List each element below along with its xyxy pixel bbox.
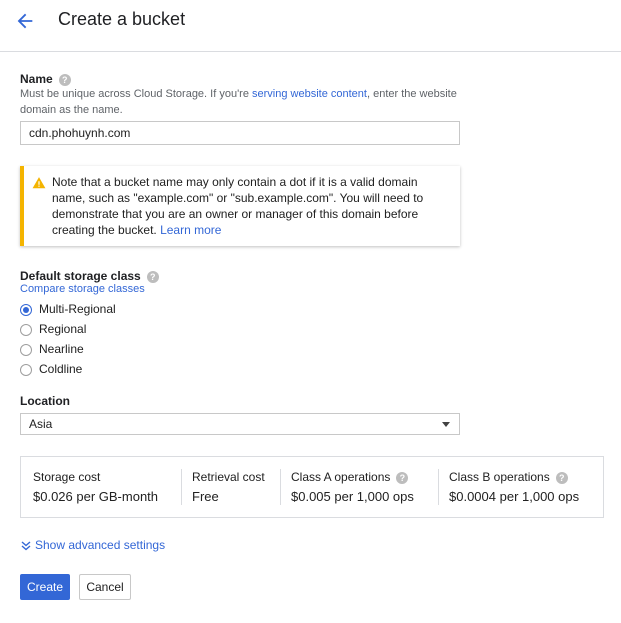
name-hint: Must be unique across Cloud Storage. If …: [20, 88, 457, 116]
name-label-row: Name?: [20, 72, 71, 86]
name-label: Name: [20, 72, 53, 86]
location-value: Asia: [29, 417, 53, 431]
page-title: Create a bucket: [58, 9, 186, 29]
arrow-left-icon[interactable]: [14, 10, 36, 32]
divider: [280, 469, 281, 505]
chevron-down-icon: [442, 422, 450, 427]
help-icon[interactable]: ?: [58, 73, 71, 86]
radio-button[interactable]: [20, 363, 32, 376]
cancel-button[interactable]: Cancel: [79, 574, 131, 600]
radio-button[interactable]: [20, 343, 32, 356]
radio-nearline[interactable]: Nearline: [20, 342, 84, 360]
cost-label-row: Class B operations?: [449, 470, 568, 484]
radio-coldline[interactable]: Coldline: [20, 362, 82, 380]
cost-value: $0.005 per 1,000 ops: [291, 489, 414, 504]
radio-multi-regional[interactable]: Multi-Regional: [20, 302, 116, 320]
radio-button[interactable]: [20, 303, 32, 316]
serving-website-content-link[interactable]: serving website content: [252, 88, 367, 100]
radio-button[interactable]: [20, 323, 32, 336]
warning-icon: [32, 177, 46, 189]
compare-storage-classes-link[interactable]: Compare storage classes: [20, 283, 145, 295]
divider: [181, 469, 182, 505]
help-icon[interactable]: ?: [555, 471, 568, 484]
cost-label: Retrieval cost: [192, 470, 265, 484]
storage-class-label: Default storage class: [20, 269, 141, 283]
header-bar: Create a bucket: [0, 0, 621, 52]
show-advanced-settings-link[interactable]: Show advanced settings: [20, 538, 165, 552]
cost-value: $0.0004 per 1,000 ops: [449, 489, 580, 504]
radio-regional[interactable]: Regional: [20, 322, 86, 340]
help-icon[interactable]: ?: [146, 270, 159, 283]
learn-more-link[interactable]: Learn more: [160, 223, 221, 237]
divider: [438, 469, 439, 505]
cost-label-row: Class A operations?: [291, 470, 409, 484]
bucket-name-input[interactable]: cdn.phohuynh.com: [20, 121, 460, 145]
cost-value: $0.026 per GB-month: [33, 489, 159, 504]
cost-summary-panel: Storage cost $0.026 per GB-month Retriev…: [20, 456, 604, 518]
cost-value: Free: [192, 489, 219, 504]
location-label: Location: [20, 394, 70, 408]
storage-class-label-row: Default storage class?: [20, 269, 159, 283]
warning-box: Note that a bucket name may only contain…: [20, 166, 460, 246]
cost-label: Storage cost: [33, 470, 101, 484]
warning-text: Note that a bucket name may only contain…: [52, 175, 424, 237]
help-icon[interactable]: ?: [396, 471, 409, 484]
create-button[interactable]: Create: [20, 574, 70, 600]
double-chevron-down-icon: [21, 541, 31, 551]
location-select[interactable]: Asia: [20, 413, 460, 435]
